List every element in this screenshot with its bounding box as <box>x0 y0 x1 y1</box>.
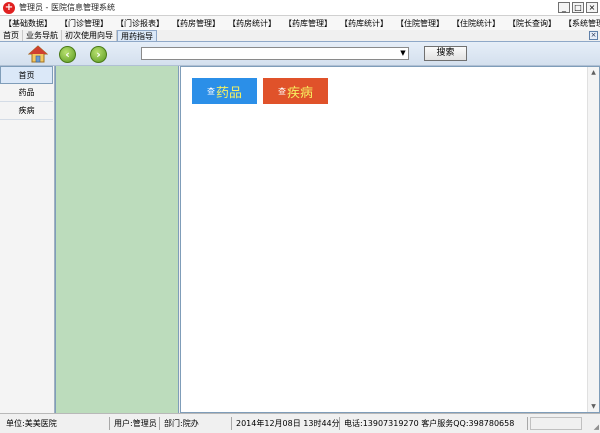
title-bar: + 管理员 - 医院信息管理系统 _ □ × <box>0 0 600 16</box>
toolbar: ‹ › ▼ 搜索 <box>0 42 600 66</box>
tab-home[interactable]: 首页 <box>0 30 23 41</box>
close-button[interactable]: × <box>586 2 598 13</box>
status-contact: 电话:13907319270 客户服务QQ:398780658 <box>342 417 528 430</box>
vertical-scrollbar[interactable]: ▲ ▼ <box>587 67 599 412</box>
query-disease-label: 疾病 <box>286 85 313 101</box>
tab-medication-guide[interactable]: 用药指导 <box>117 30 157 41</box>
chevron-down-icon[interactable]: ▼ <box>398 48 408 59</box>
query-drug-prefix: 查 <box>206 86 215 96</box>
menu-outpatient-mgmt[interactable]: 【门诊管理】 <box>60 18 108 29</box>
menu-system-mgmt[interactable]: 【系统管理】 <box>564 18 600 29</box>
search-button[interactable]: 搜索 <box>424 46 467 61</box>
back-arrow-icon[interactable]: ‹ <box>59 46 76 63</box>
tab-bar: 首页 业务导航 初次使用向导 用药指导 × <box>0 30 600 42</box>
maximize-button[interactable]: □ <box>572 2 584 13</box>
menu-director-query[interactable]: 【院长查询】 <box>508 18 556 29</box>
address-combobox[interactable]: ▼ <box>141 47 409 60</box>
menu-inpatient-stats[interactable]: 【住院统计】 <box>452 18 500 29</box>
status-empty-panel <box>530 417 582 430</box>
status-unit: 单位:美美医院 <box>4 417 110 430</box>
status-datetime: 2014年12月08日 13时44分 <box>236 417 340 430</box>
menu-pharmacy-mgmt[interactable]: 【药房管理】 <box>172 18 220 29</box>
forward-arrow-icon[interactable]: › <box>90 46 107 63</box>
status-bar: 单位:美美医院 用户:管理员 部门:院办 2014年12月08日 13时44分 … <box>0 413 600 433</box>
query-disease-button[interactable]: 查 疾病 <box>263 78 328 104</box>
status-dept: 部门:院办 <box>162 417 232 430</box>
content-area: 查 药品 查 疾病 ▲ ▼ <box>180 66 600 413</box>
menu-pharmacy-stats[interactable]: 【药房统计】 <box>228 18 276 29</box>
query-drug-label: 药品 <box>215 85 242 101</box>
window-controls: _ □ × <box>558 2 598 13</box>
scroll-up-icon[interactable]: ▲ <box>588 67 599 78</box>
menu-warehouse-stats[interactable]: 【药库统计】 <box>340 18 388 29</box>
home-icon[interactable] <box>28 44 48 64</box>
menu-basic-data[interactable]: 【基础数据】 <box>4 18 52 29</box>
resize-grip-icon[interactable]: ◢ <box>589 422 599 432</box>
minimize-button[interactable]: _ <box>558 2 570 13</box>
menu-inpatient-mgmt[interactable]: 【住院管理】 <box>396 18 444 29</box>
menu-bar: 【基础数据】 【门诊管理】 【门诊报表】 【药房管理】 【药房统计】 【药库管理… <box>0 16 600 30</box>
query-drug-button[interactable]: 查 药品 <box>192 78 257 104</box>
left-nav-item-drugs[interactable]: 药品 <box>0 84 53 102</box>
query-disease-prefix: 查 <box>277 86 286 96</box>
scroll-down-icon[interactable]: ▼ <box>588 401 599 412</box>
tab-close-icon[interactable]: × <box>589 31 598 40</box>
tab-business-nav[interactable]: 业务导航 <box>23 30 62 41</box>
left-nav-item-home[interactable]: 首页 <box>0 66 53 84</box>
window-title: 管理员 - 医院信息管理系统 <box>19 3 115 12</box>
left-nav-item-diseases[interactable]: 疾病 <box>0 102 53 120</box>
tree-panel <box>55 66 179 413</box>
status-user: 用户:管理员 <box>112 417 160 430</box>
left-nav: 首页 药品 疾病 <box>0 66 55 413</box>
medical-cross-icon: + <box>3 1 15 14</box>
menu-warehouse-mgmt[interactable]: 【药库管理】 <box>284 18 332 29</box>
menu-outpatient-reports[interactable]: 【门诊报表】 <box>116 18 164 29</box>
tab-first-use-wizard[interactable]: 初次使用向导 <box>62 30 117 41</box>
